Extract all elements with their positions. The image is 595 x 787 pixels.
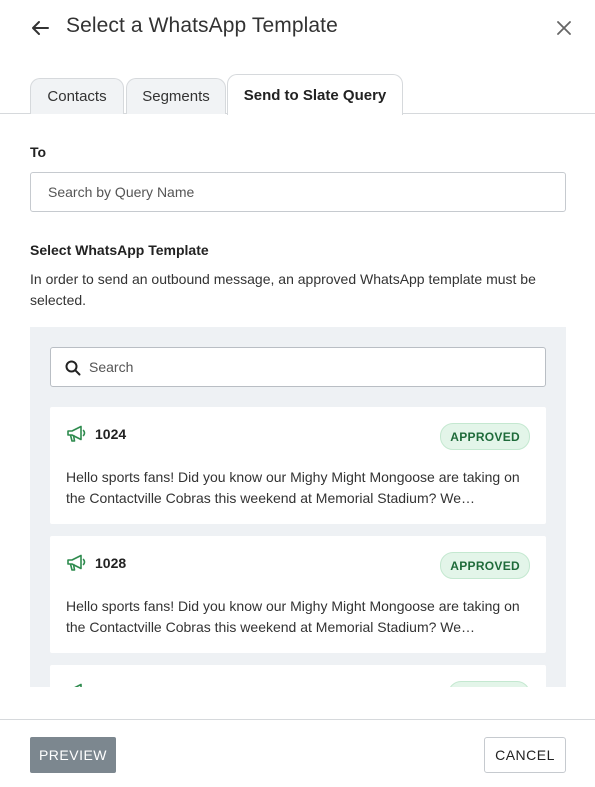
template-card[interactable]: 1024 APPROVED Hello sports fans! Did you… xyxy=(50,407,546,524)
tab-send-to-slate-query[interactable]: Send to Slate Query xyxy=(227,74,403,115)
status-badge: APPROVED xyxy=(440,423,530,450)
search-icon xyxy=(65,360,81,376)
megaphone-icon xyxy=(67,425,86,442)
cancel-button[interactable]: CANCEL xyxy=(484,737,566,773)
template-card-partial[interactable] xyxy=(50,665,546,687)
back-button[interactable] xyxy=(27,15,53,41)
close-button[interactable] xyxy=(552,16,576,40)
tab-segments[interactable]: Segments xyxy=(126,78,226,114)
dialog-footer: PREVIEW CANCEL xyxy=(0,719,595,787)
template-body-preview: Hello sports fans! Did you know our Migh… xyxy=(66,598,520,635)
select-template-heading: Select WhatsApp Template xyxy=(30,242,209,258)
to-label: To xyxy=(30,144,47,160)
template-body-preview: Hello sports fans! Did you know our Migh… xyxy=(66,469,520,506)
arrow-left-icon xyxy=(32,21,49,35)
template-description: In order to send an outbound message, an… xyxy=(30,271,536,308)
template-list-panel[interactable]: 1024 APPROVED Hello sports fans! Did you… xyxy=(30,327,566,687)
recipient-tabs: Contacts Segments Send to Slate Query xyxy=(0,74,595,115)
query-name-search-input[interactable] xyxy=(30,172,566,212)
template-search-input[interactable] xyxy=(89,348,529,386)
tab-contacts[interactable]: Contacts xyxy=(30,78,124,114)
status-badge xyxy=(448,681,530,687)
template-name: 1028 xyxy=(95,555,127,571)
dialog-title: Select a WhatsApp Template xyxy=(66,14,338,37)
dialog-header: Select a WhatsApp Template xyxy=(0,0,595,58)
megaphone-icon xyxy=(74,683,82,687)
template-card[interactable]: 1028 APPROVED Hello sports fans! Did you… xyxy=(50,536,546,653)
whatsapp-template-dialog: Select a WhatsApp Template Contacts Segm… xyxy=(0,0,595,787)
preview-button[interactable]: PREVIEW xyxy=(30,737,116,773)
status-badge: APPROVED xyxy=(440,552,530,579)
megaphone-icon xyxy=(67,554,86,571)
template-search-box xyxy=(50,347,546,387)
template-name: 1024 xyxy=(95,426,127,442)
close-icon xyxy=(557,21,571,35)
